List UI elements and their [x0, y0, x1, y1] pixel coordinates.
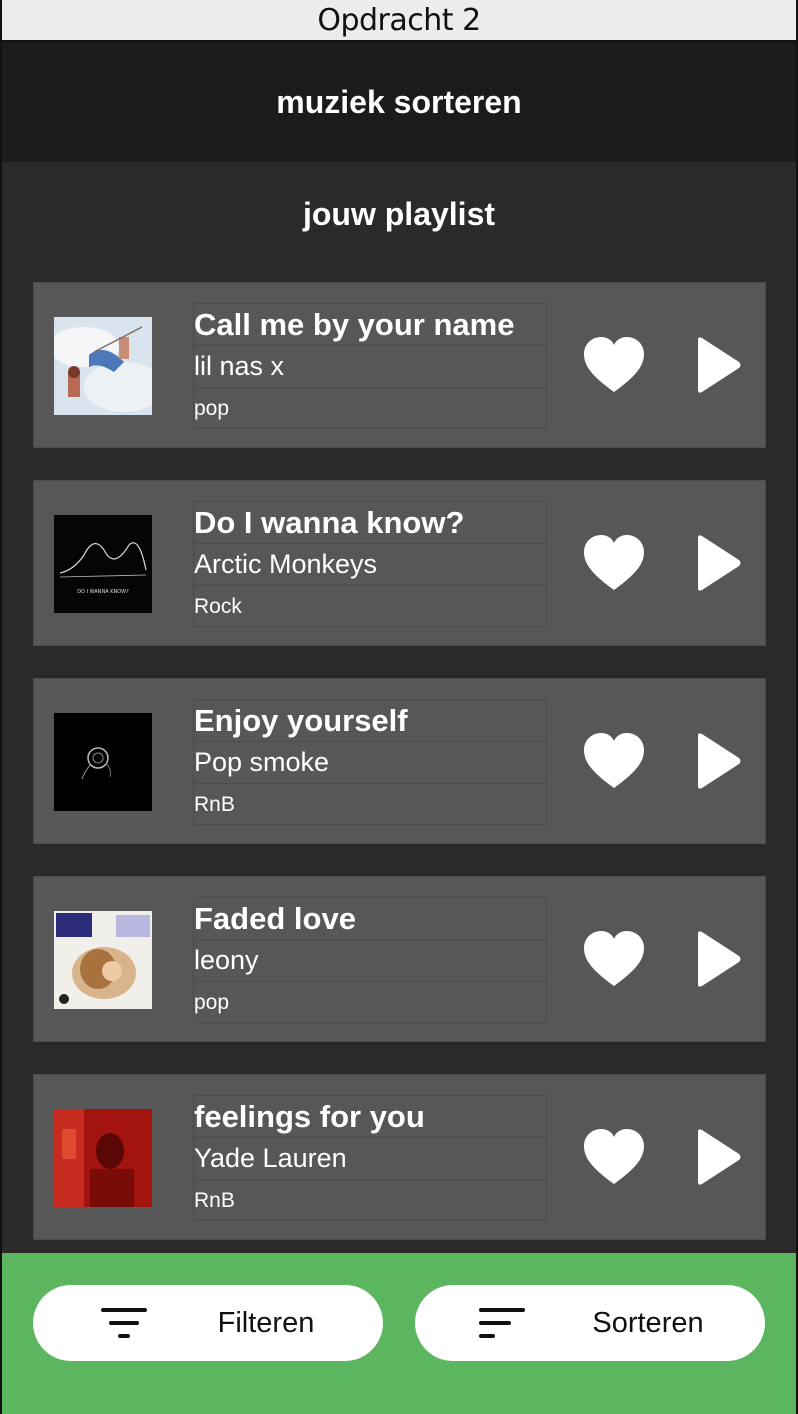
song-genre: pop	[194, 991, 230, 1014]
song-info: feelings for you Yade Lauren RnB	[193, 1095, 547, 1221]
svg-text:DO I WANNA KNOW?: DO I WANNA KNOW?	[77, 589, 129, 595]
song-artist: Yade Lauren	[194, 1138, 546, 1180]
heart-icon[interactable]	[582, 534, 646, 592]
play-icon[interactable]	[694, 336, 742, 394]
song-genre: RnB	[194, 1189, 235, 1212]
song-info: Do I wanna know? Arctic Monkeys Rock	[193, 501, 547, 627]
song-card[interactable]: DO I WANNA KNOW? Do I wanna know? Arctic…	[33, 480, 766, 646]
song-genre: RnB	[194, 793, 235, 816]
song-info: Enjoy yourself Pop smoke RnB	[193, 699, 547, 825]
song-actions	[582, 333, 742, 397]
song-actions	[582, 729, 742, 793]
song-card[interactable]: Faded love leony pop	[33, 876, 766, 1042]
filter-label: Filteren	[217, 1306, 315, 1339]
album-cover	[54, 317, 152, 415]
window-title: Opdracht 2	[0, 0, 798, 42]
song-title: feelings for you	[194, 1096, 546, 1138]
song-genre: pop	[194, 397, 230, 420]
filter-button[interactable]: Filteren	[33, 1285, 383, 1361]
play-icon[interactable]	[694, 930, 742, 988]
album-cover	[54, 713, 152, 811]
song-info: Faded love leony pop	[193, 897, 547, 1023]
heart-icon[interactable]	[582, 336, 646, 394]
song-actions	[582, 531, 742, 595]
song-artist: Pop smoke	[194, 742, 546, 784]
sort-button[interactable]: Sorteren	[415, 1285, 765, 1361]
heart-icon[interactable]	[582, 732, 646, 790]
song-artist: Arctic Monkeys	[194, 544, 546, 586]
song-title: Do I wanna know?	[194, 502, 546, 544]
playlist-title: jouw playlist	[302, 196, 496, 232]
song-actions	[582, 927, 742, 991]
song-actions	[582, 1125, 742, 1189]
heart-icon[interactable]	[582, 1128, 646, 1186]
song-artist: lil nas x	[194, 346, 546, 388]
window-border-left	[0, 0, 2, 1414]
song-genre: Rock	[194, 595, 242, 618]
album-cover: DO I WANNA KNOW?	[54, 515, 152, 613]
bottom-bar: Filteren Sorteren	[0, 1253, 798, 1414]
song-card[interactable]: feelings for you Yade Lauren RnB	[33, 1074, 766, 1240]
album-cover	[54, 911, 152, 1009]
app-title: muziek sorteren	[276, 83, 522, 120]
play-icon[interactable]	[694, 1128, 742, 1186]
song-artist: leony	[194, 940, 546, 982]
heart-icon[interactable]	[582, 930, 646, 988]
song-list: Call me by your name lil nas x pop DO I …	[33, 282, 766, 1272]
album-cover	[54, 1109, 152, 1207]
song-card[interactable]: Call me by your name lil nas x pop	[33, 282, 766, 448]
song-card[interactable]: Enjoy yourself Pop smoke RnB	[33, 678, 766, 844]
play-icon[interactable]	[694, 534, 742, 592]
app-header: muziek sorteren	[0, 42, 798, 162]
song-info: Call me by your name lil nas x pop	[193, 303, 547, 429]
song-title: Faded love	[194, 898, 546, 940]
song-title: Enjoy yourself	[194, 700, 546, 742]
song-title: Call me by your name	[194, 304, 546, 346]
sort-label: Sorteren	[592, 1306, 704, 1339]
play-icon[interactable]	[694, 732, 742, 790]
